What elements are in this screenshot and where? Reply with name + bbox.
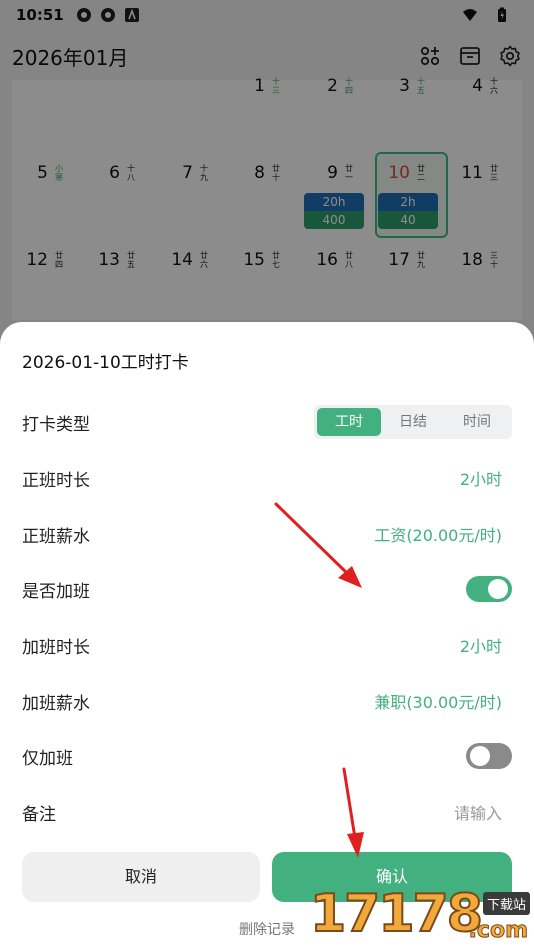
punch-bottom-sheet: 2026-01-10工时打卡 打卡类型 工时 日结 时间 正班时长 2小时 正班…	[0, 322, 534, 950]
punch-type-option-daily[interactable]: 日结	[381, 408, 445, 436]
cancel-button[interactable]: 取消	[22, 852, 260, 902]
regular-pay-label: 正班薪水	[22, 526, 90, 547]
site-watermark: 17178 下载站 .com	[309, 870, 534, 950]
note-input[interactable]: 请输入	[454, 800, 502, 824]
regular-hours-value[interactable]: 2小时	[460, 466, 502, 490]
regular-hours-label: 正班时长	[22, 470, 90, 491]
overtime-only-row: 仅加班	[22, 736, 512, 776]
overtime-pay-row[interactable]: 加班薪水 兼职(30.00元/时)	[22, 681, 512, 721]
regular-pay-value[interactable]: 工资(20.00元/时)	[374, 522, 502, 546]
regular-pay-row[interactable]: 正班薪水 工资(20.00元/时)	[22, 514, 512, 554]
overtime-hours-row[interactable]: 加班时长 2小时	[22, 625, 512, 665]
note-row[interactable]: 备注 请输入	[22, 792, 512, 832]
overtime-row: 是否加班	[22, 569, 512, 609]
overtime-only-toggle[interactable]	[466, 743, 512, 769]
regular-hours-row[interactable]: 正班时长 2小时	[22, 458, 512, 498]
overtime-toggle[interactable]	[466, 576, 512, 602]
note-label: 备注	[22, 804, 56, 825]
punch-type-row: 打卡类型 工时 日结 时间	[22, 402, 512, 442]
sheet-title: 2026-01-10工时打卡	[22, 353, 189, 373]
toggle-knob	[488, 579, 508, 599]
watermark-tag: 下载站	[482, 892, 530, 915]
punch-type-option-hours[interactable]: 工时	[317, 408, 381, 436]
overtime-hours-label: 加班时长	[22, 637, 90, 658]
overtime-hours-value[interactable]: 2小时	[460, 633, 502, 657]
overtime-pay-label: 加班薪水	[22, 693, 90, 714]
watermark-brand: 17178	[309, 883, 484, 945]
punch-type-segmented: 工时 日结 时间	[314, 405, 512, 439]
overtime-only-label: 仅加班	[22, 748, 73, 769]
overtime-pay-value[interactable]: 兼职(30.00元/时)	[374, 689, 502, 713]
punch-type-option-time[interactable]: 时间	[445, 408, 509, 436]
watermark-domain: .com	[468, 918, 528, 944]
punch-type-label: 打卡类型	[22, 414, 90, 435]
toggle-knob	[470, 746, 490, 766]
overtime-label: 是否加班	[22, 581, 90, 602]
